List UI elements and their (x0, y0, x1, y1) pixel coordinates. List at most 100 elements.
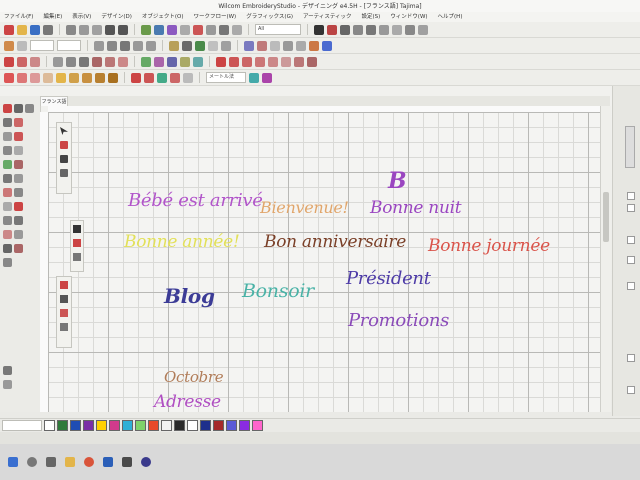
group-icon[interactable] (366, 24, 376, 35)
scale-icon[interactable] (418, 24, 428, 35)
design-bonne-nuit[interactable]: Bonne nuit (370, 198, 462, 218)
design-adresse[interactable]: Adresse (154, 392, 221, 412)
scissors-icon[interactable] (108, 72, 118, 83)
color-e-icon[interactable] (193, 56, 203, 67)
shape-a-icon[interactable] (216, 56, 226, 67)
tool-m-icon[interactable] (14, 174, 23, 183)
design-b-monogram[interactable]: B (388, 168, 407, 194)
lettering-icon[interactable] (169, 40, 179, 51)
color-swatch[interactable] (44, 420, 55, 431)
color-swatch[interactable] (135, 420, 146, 431)
ruler-icon[interactable] (69, 72, 79, 83)
height-field[interactable] (57, 40, 81, 51)
design-bienvenue[interactable]: Bienvenue! (260, 198, 349, 217)
lock-icon[interactable] (379, 24, 389, 35)
file-explorer-icon[interactable] (65, 457, 75, 467)
paste-icon[interactable] (92, 24, 102, 35)
embroiderystudio-icon[interactable] (141, 457, 151, 467)
color-c-icon[interactable] (167, 56, 177, 67)
mail-icon[interactable] (122, 457, 132, 467)
option-checkbox-1[interactable] (627, 192, 635, 200)
rotate-right-icon[interactable] (146, 40, 156, 51)
warning-icon[interactable] (309, 40, 319, 51)
density-icon[interactable] (257, 40, 267, 51)
tool-e-icon[interactable] (14, 118, 23, 127)
color-swatch[interactable] (161, 420, 172, 431)
palette-select[interactable] (2, 420, 42, 431)
baseline-icon[interactable] (17, 72, 27, 83)
reshape-tool-icon[interactable] (60, 141, 68, 149)
option-checkbox-2[interactable] (627, 204, 635, 212)
tool-u-icon[interactable] (14, 230, 23, 239)
tool-c-icon[interactable] (25, 104, 34, 113)
color-wheel-icon[interactable] (193, 24, 203, 35)
lock-ratio-icon[interactable] (94, 40, 104, 51)
line-tool-icon[interactable] (60, 295, 68, 303)
thread-icon[interactable] (262, 72, 272, 83)
user-icon[interactable] (322, 40, 332, 51)
kern-tool-icon[interactable] (73, 253, 81, 261)
chrome-icon[interactable] (84, 457, 94, 467)
menu-object[interactable]: オブジェクト(O) (142, 12, 184, 22)
scrollbar-thumb[interactable] (603, 192, 609, 242)
rotate-left-icon[interactable] (133, 40, 143, 51)
leaf-icon[interactable] (157, 72, 167, 83)
print-icon[interactable] (43, 24, 53, 35)
fill-icon[interactable] (208, 40, 218, 51)
design-bonne-annee[interactable]: Bonne année! (124, 232, 240, 252)
color-d-icon[interactable] (180, 56, 190, 67)
menu-edit[interactable]: 編集(E) (43, 12, 62, 22)
search-icon[interactable] (27, 457, 37, 467)
menu-design[interactable]: デザイン(D) (101, 12, 132, 22)
monogram-icon[interactable] (182, 40, 192, 51)
tool-z-icon[interactable] (3, 380, 12, 389)
color-swatch[interactable] (187, 420, 198, 431)
color-swatch[interactable] (57, 420, 68, 431)
palette-icon[interactable] (249, 72, 259, 83)
design-canvas[interactable]: Bébé est arrivé Bienvenue! B Bonne nuit … (48, 112, 600, 412)
tool-q-icon[interactable] (14, 202, 23, 211)
brush-icon[interactable] (95, 72, 105, 83)
tool-o-icon[interactable] (14, 188, 23, 197)
design-bonsoir[interactable]: Bonsoir (242, 280, 314, 302)
copy-icon[interactable] (79, 24, 89, 35)
angle-icon[interactable] (270, 40, 280, 51)
color-swatch[interactable] (200, 420, 211, 431)
circle-icon[interactable] (43, 72, 53, 83)
color-swatch[interactable] (226, 420, 237, 431)
tool-r-icon[interactable] (3, 216, 12, 225)
color-swatch[interactable] (148, 420, 159, 431)
arrange-icon[interactable] (340, 24, 350, 35)
design-blog[interactable]: Blog (164, 284, 215, 308)
menu-artistic[interactable]: アーティスティック (303, 12, 352, 22)
color-a-icon[interactable] (141, 56, 151, 67)
input-a-icon[interactable] (4, 56, 14, 67)
zoom-icon[interactable] (141, 24, 151, 35)
tool-x-icon[interactable] (3, 258, 12, 267)
tool-k-icon[interactable] (14, 160, 23, 169)
info-icon[interactable] (314, 24, 324, 35)
shape-b-icon[interactable] (229, 56, 239, 67)
width-field[interactable] (30, 40, 54, 51)
color-swatch[interactable] (239, 420, 250, 431)
tool-i-icon[interactable] (14, 146, 23, 155)
tatami-icon[interactable] (79, 56, 89, 67)
design-promotions[interactable]: Promotions (348, 310, 449, 331)
vertical-scrollbar[interactable] (600, 106, 611, 412)
motif-icon[interactable] (92, 56, 102, 67)
file-new-icon[interactable] (4, 24, 14, 35)
knife-tool-icon[interactable] (60, 169, 68, 177)
tool-w-icon[interactable] (14, 244, 23, 253)
cut-icon[interactable] (66, 24, 76, 35)
option-checkbox-4[interactable] (627, 256, 635, 264)
color-swatch[interactable] (109, 420, 120, 431)
color-swatch[interactable] (96, 420, 107, 431)
tool-v-icon[interactable] (3, 244, 12, 253)
tool-h-icon[interactable] (3, 146, 12, 155)
input-c-icon[interactable] (30, 56, 40, 67)
outline-icon[interactable] (221, 40, 231, 51)
undo-icon[interactable] (105, 24, 115, 35)
open-icon[interactable] (17, 24, 27, 35)
length-icon[interactable] (296, 40, 306, 51)
tool-l-icon[interactable] (3, 174, 12, 183)
